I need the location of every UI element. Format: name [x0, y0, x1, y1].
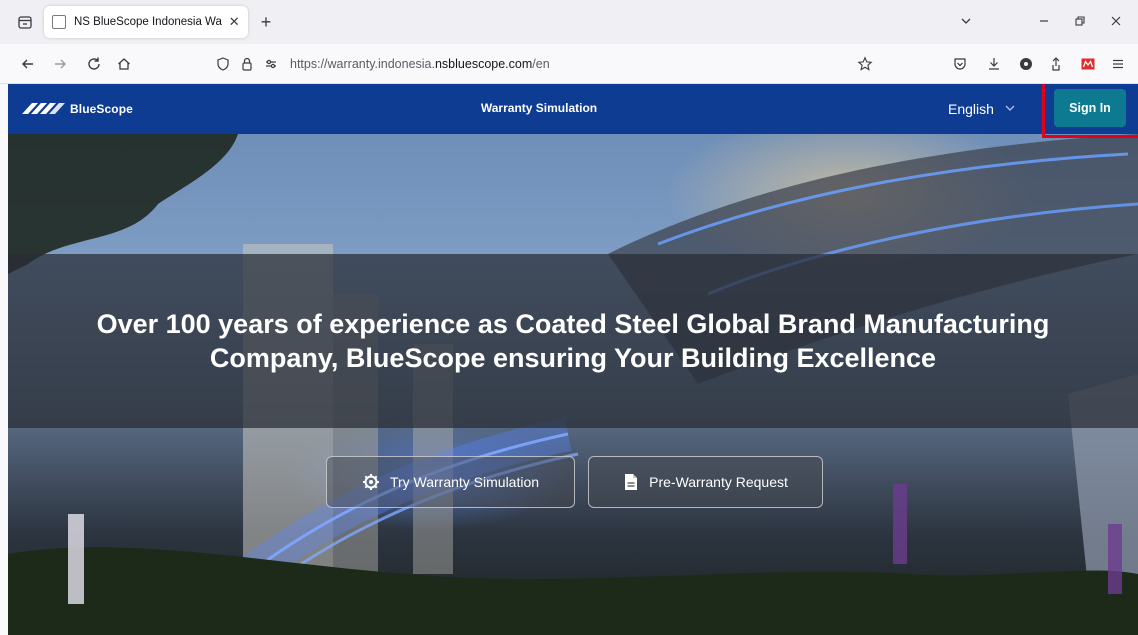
url-suffix: /en: [532, 57, 550, 71]
download-icon[interactable]: [984, 54, 1004, 74]
back-icon[interactable]: [18, 54, 38, 74]
shield-icon[interactable]: [214, 55, 232, 73]
language-label: English: [948, 101, 994, 117]
browser-navbar: https://warranty.indonesia.nsbluescope.c…: [0, 44, 1138, 84]
language-selector[interactable]: English: [948, 99, 1016, 119]
page-viewport: BlueScope Warranty Simulation English Si…: [8, 84, 1138, 635]
lock-icon[interactable]: [238, 55, 256, 73]
url-prefix: https://warranty.indonesia.: [290, 57, 435, 71]
tab-list-icon[interactable]: [16, 13, 34, 31]
close-window-icon[interactable]: [1102, 10, 1130, 32]
bluescope-logo-icon: [22, 103, 65, 114]
try-warranty-simulation-button[interactable]: Try Warranty Simulation: [326, 456, 575, 508]
url-bar[interactable]: https://warranty.indonesia.nsbluescope.c…: [214, 49, 874, 79]
restore-icon[interactable]: [1066, 10, 1094, 32]
bookmark-star-icon[interactable]: [856, 55, 874, 73]
logo-text: BlueScope: [70, 102, 133, 116]
reload-icon[interactable]: [84, 54, 104, 74]
site-header: BlueScope Warranty Simulation English Si…: [8, 84, 1138, 134]
document-icon: [623, 473, 639, 491]
gear-icon: [362, 473, 380, 491]
forward-icon[interactable]: [50, 54, 70, 74]
permissions-icon[interactable]: [262, 55, 280, 73]
chevron-down-icon[interactable]: [952, 10, 980, 32]
highlight-box: [1042, 84, 1138, 138]
bluescope-logo[interactable]: BlueScope: [20, 99, 133, 119]
url-domain: nsbluescope.com: [434, 57, 533, 71]
try-warranty-simulation-label: Try Warranty Simulation: [389, 474, 540, 490]
minimize-icon[interactable]: [1030, 10, 1058, 32]
hero-title: Over 100 years of experience as Coated S…: [96, 309, 1050, 373]
browser-tab[interactable]: NS BlueScope Indonesia Warranty ✕: [44, 6, 248, 38]
new-tab-button[interactable]: +: [257, 12, 275, 32]
hero-headline-band: Over 100 years of experience as Coated S…: [8, 254, 1138, 428]
url-text: https://warranty.indonesia.nsbluescope.c…: [290, 57, 550, 71]
close-tab-icon[interactable]: ✕: [228, 14, 240, 30]
extension-icon[interactable]: [1078, 54, 1098, 74]
menu-icon[interactable]: [1108, 54, 1128, 74]
pre-warranty-request-button[interactable]: Pre-Warranty Request: [588, 456, 823, 508]
pocket-icon[interactable]: [950, 54, 970, 74]
pre-warranty-request-label: Pre-Warranty Request: [649, 474, 788, 490]
browser-tabbar: NS BlueScope Indonesia Warranty ✕ +: [0, 0, 1138, 44]
nav-warranty-simulation[interactable]: Warranty Simulation: [474, 101, 604, 115]
share-icon[interactable]: [1046, 54, 1066, 74]
account-icon[interactable]: [1016, 54, 1036, 74]
page-icon: [52, 15, 66, 29]
home-icon[interactable]: [114, 54, 134, 74]
hero-section: Over 100 years of experience as Coated S…: [8, 134, 1138, 635]
tab-title: NS BlueScope Indonesia Warranty: [74, 16, 222, 28]
chevron-down-icon: [1004, 102, 1016, 117]
